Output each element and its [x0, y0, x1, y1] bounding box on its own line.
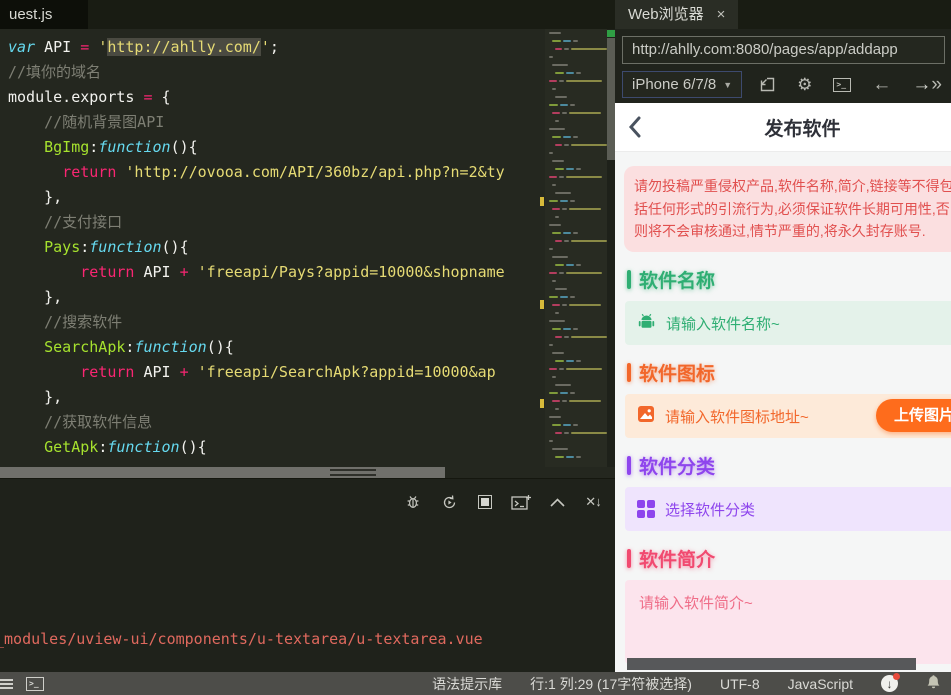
stop-icon[interactable]: [475, 492, 495, 512]
browser-tabbar: Web浏览器 ×: [615, 0, 951, 29]
gear-icon[interactable]: ⚙: [797, 76, 812, 93]
scrollbar-thumb[interactable]: [607, 38, 615, 160]
update-icon[interactable]: ↓: [881, 673, 900, 692]
browser-pane: Web浏览器 × http://ahlly.com:8080/pages/app…: [615, 0, 951, 672]
language-status[interactable]: JavaScript: [788, 676, 853, 692]
editor-vertical-scrollbar[interactable]: [607, 29, 615, 467]
popout-window-icon[interactable]: [759, 76, 776, 93]
phone-page: 发布软件 请勿投稿严重侵权产品,软件名称,简介,链接等不得包 括任何形式的引流行…: [615, 103, 951, 672]
input-placeholder: 请输入软件图标地址~: [665, 408, 809, 426]
bell-icon[interactable]: [926, 674, 941, 693]
console-panel: ✕↓ _modules/uview-ui/components/u-textar…: [0, 478, 615, 672]
section-bar: [627, 270, 631, 290]
console-line-path[interactable]: _modules/uview-ui/components/u-textarea/…: [0, 627, 483, 651]
app-window: uest.js var API = 'http://ahlly.com/';//…: [0, 0, 951, 695]
console-toolbar: ✕↓: [403, 492, 603, 512]
section-title-category: 软件分类: [627, 452, 951, 479]
section-title-icon: 软件图标: [627, 359, 951, 386]
back-arrow-icon[interactable]: ←: [872, 75, 891, 94]
encoding-status[interactable]: UTF-8: [720, 676, 760, 692]
android-icon: [637, 312, 656, 335]
console-output: _modules/uview-ui/components/u-textarea/…: [0, 579, 483, 695]
tab-label: Web浏览器: [628, 6, 704, 23]
textarea-placeholder: 请输入软件简介~: [639, 595, 753, 613]
category-picker[interactable]: 选择软件分类: [625, 487, 951, 532]
warning-notice: 请勿投稿严重侵权产品,软件名称,简介,链接等不得包 括任何形式的引流行为,必须保…: [624, 166, 951, 253]
editor-tabbar: uest.js: [0, 0, 615, 29]
app-icon-input[interactable]: 请输入软件图标地址~ 上传图片: [625, 394, 951, 439]
code-text[interactable]: var API = 'http://ahlly.com/';//填你的域名 mod…: [8, 35, 505, 460]
clear-scroll-icon[interactable]: ✕↓: [583, 492, 603, 512]
section-title-name: 软件名称: [627, 266, 951, 293]
editor-horizontal-scrollbar[interactable]: [0, 467, 545, 478]
upload-image-button[interactable]: 上传图片: [875, 399, 951, 433]
collapse-panel-icon[interactable]: [547, 492, 567, 512]
back-chevron-icon[interactable]: [628, 116, 641, 143]
splitter-grip[interactable]: [330, 469, 376, 477]
code-editor[interactable]: var API = 'http://ahlly.com/';//填你的域名 mod…: [0, 29, 615, 478]
grid-icon: [637, 500, 655, 519]
chevron-down-icon: ▼: [723, 79, 733, 90]
tab-web-browser[interactable]: Web浏览器 ×: [615, 0, 739, 29]
forward-arrow-icon[interactable]: →: [912, 75, 931, 94]
new-terminal-icon[interactable]: [511, 492, 531, 512]
console-toggle-icon[interactable]: [0, 678, 13, 689]
section-bar: [627, 363, 631, 383]
change-tick: [540, 197, 544, 206]
intro-textarea[interactable]: 请输入软件简介~: [625, 580, 951, 665]
picker-placeholder: 选择软件分类: [665, 501, 756, 519]
change-tick: [540, 399, 544, 408]
device-select-value: iPhone 6/7/8: [632, 76, 717, 93]
terminal-icon[interactable]: >_: [833, 77, 852, 92]
page-title: 发布软件: [764, 118, 841, 140]
minimap[interactable]: [545, 29, 607, 467]
page-navbar: 发布软件: [615, 103, 951, 152]
restart-icon[interactable]: [439, 492, 459, 512]
device-select[interactable]: iPhone 6/7/8 ▼: [622, 71, 743, 98]
scrollbar-marker: [607, 30, 615, 37]
change-tick: [540, 300, 544, 309]
debug-bug-icon[interactable]: [403, 492, 423, 512]
url-input[interactable]: http://ahlly.com:8080/pages/app/addapp: [622, 36, 945, 64]
close-icon[interactable]: ×: [717, 0, 726, 29]
web-preview: 发布软件 请勿投稿严重侵权产品,软件名称,简介,链接等不得包 括任何形式的引流行…: [615, 103, 951, 672]
app-name-input[interactable]: 请输入软件名称~: [625, 301, 951, 346]
input-placeholder: 请输入软件名称~: [666, 315, 780, 333]
tab-request-js[interactable]: uest.js: [0, 0, 88, 29]
editor-pane: uest.js var API = 'http://ahlly.com/';//…: [0, 0, 615, 672]
section-title-intro: 软件简介: [627, 545, 951, 572]
hscrollbar-thumb[interactable]: [0, 467, 445, 478]
cursor-position-status[interactable]: 行:1 列:29 (17字符被选择): [530, 674, 692, 694]
more-chevrons-icon[interactable]: »: [931, 74, 945, 96]
preview-horizontal-scrollbar[interactable]: [627, 658, 916, 670]
image-icon: [637, 405, 655, 427]
notification-dot: [893, 673, 900, 680]
section-bar: [627, 456, 631, 476]
section-bar: [627, 549, 631, 569]
browser-toolbar: http://ahlly.com:8080/pages/app/addapp i…: [615, 29, 951, 103]
